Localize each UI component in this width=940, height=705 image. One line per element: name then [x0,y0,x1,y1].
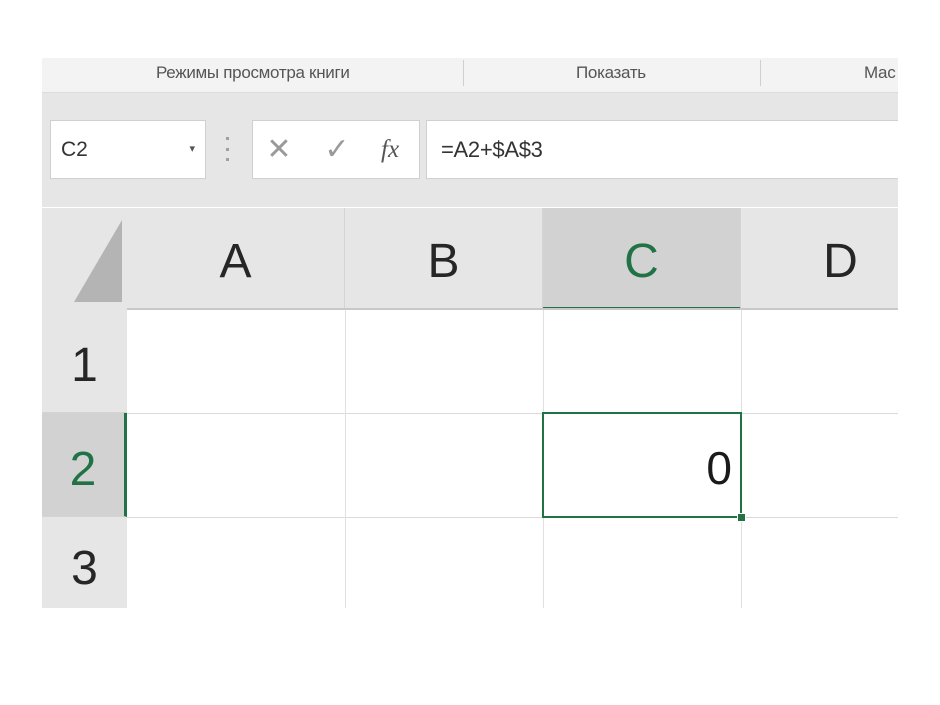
ribbon-group-workbook-views: Режимы просмотра книги [156,63,350,82]
row-header-1[interactable]: 1 [42,310,127,413]
column-header-border [127,308,898,310]
enter-check-icon[interactable]: ✓ [317,121,357,178]
row-gridline [127,517,898,518]
formula-bar-resize-handle-icon[interactable] [226,137,229,161]
excel-window: Режимы просмотра книги Показать Мас C2 ▾… [42,58,898,608]
row-header-2[interactable]: 2 [42,413,127,517]
row-gridline [127,413,898,414]
column-gridline [345,310,346,608]
worksheet-grid: A B C D 1 2 3 0 [42,208,898,608]
ribbon-group-labels: Режимы просмотра книги Показать Мас [42,58,898,93]
select-all-button[interactable] [42,208,127,310]
column-header-c[interactable]: C [543,208,741,310]
formula-bar-area: C2 ▾ ✕ ✓ fx =A2+$A$3 [42,93,898,207]
ribbon-group-separator [760,60,761,86]
chevron-down-icon[interactable]: ▾ [189,121,195,178]
name-box-value: C2 [61,138,88,161]
name-box[interactable]: C2 ▾ [50,120,206,179]
cell-c2-value: 0 [706,442,732,494]
row-header-3[interactable]: 3 [42,517,127,608]
fill-handle[interactable] [737,513,746,522]
ribbon-group-separator [463,60,464,86]
ribbon-group-zoom: Мас [864,63,896,82]
insert-function-icon[interactable]: fx [381,121,399,178]
cancel-icon[interactable]: ✕ [259,121,299,178]
column-header-b[interactable]: B [345,208,543,308]
cell-c2[interactable]: 0 [542,412,742,518]
column-header-a[interactable]: A [127,208,345,308]
formula-input[interactable]: =A2+$A$3 [426,120,898,179]
ribbon-group-show: Показать [576,63,646,82]
formula-text: =A2+$A$3 [441,137,543,162]
column-header-d[interactable]: D [741,208,898,308]
select-all-triangle-icon [74,220,122,302]
formula-bar-buttons: ✕ ✓ fx [252,120,420,179]
